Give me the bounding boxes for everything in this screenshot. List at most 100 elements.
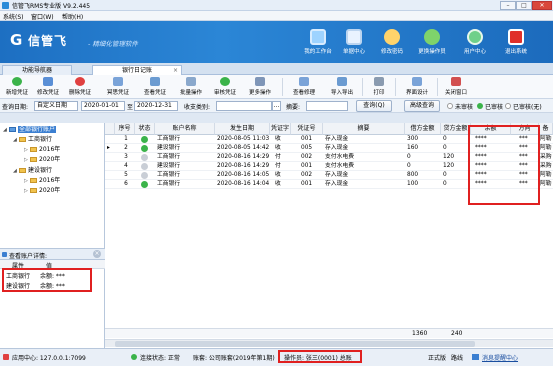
tree-item-icbc[interactable]: ◢ 工商银行: [13, 135, 52, 145]
tab-close-icon[interactable]: ×: [173, 66, 178, 75]
tree-item-ccb-2020[interactable]: ▷ 2020年: [24, 186, 60, 196]
check-voucher-button[interactable]: 查看凭证: [140, 76, 170, 98]
advanced-query-button[interactable]: 高级查询: [404, 100, 440, 112]
edit-voucher-button[interactable]: 修改凭证: [33, 76, 63, 98]
toolbar-label: 导入导出: [330, 90, 353, 96]
nav-switch-operator[interactable]: 更换操作员: [413, 27, 451, 61]
tree-item-icbc-2016[interactable]: ▷ 2016年: [24, 145, 60, 155]
title-bar: 信管飞RMS专业版 V9.2.445 – □ ✕: [0, 0, 553, 11]
tree-item-ccb[interactable]: ◢ 建设银行: [13, 166, 52, 176]
more-icon: [255, 77, 265, 86]
cell-summary: 存入现金: [325, 136, 349, 142]
tree-item-ccb-2016[interactable]: ▷ 2016年: [24, 176, 60, 186]
col-header-date[interactable]: 发生日期: [215, 123, 270, 135]
cell-note: 采购: [540, 163, 552, 169]
bank-icon: [9, 127, 16, 132]
view-repair-button[interactable]: 查看修理: [288, 76, 320, 98]
cell-credit: 0: [443, 181, 447, 187]
cell-num: 001: [301, 181, 313, 187]
scrollbar-thumb[interactable]: [115, 341, 475, 347]
balance-highlight-box: [2, 268, 92, 292]
minimize-button[interactable]: –: [500, 1, 516, 10]
category-browse-button[interactable]: …: [272, 101, 281, 111]
status-pending-icon: [141, 163, 148, 170]
nav-label: 修改密码: [380, 49, 403, 55]
import-export-button[interactable]: 导入导出: [326, 76, 358, 98]
to-label: 至: [127, 104, 134, 111]
cell-word: 付: [275, 163, 281, 169]
status-bar: 应用中心: 127.0.0.1:7099 连接状态: 正常 账套: 公司账套(2…: [0, 348, 553, 366]
new-voucher-button[interactable]: 新增凭证: [4, 76, 30, 98]
toolbar-label: 更多操作: [248, 90, 271, 96]
date-from-input[interactable]: 2020-01-01: [81, 101, 125, 111]
current-row-indicator-icon: ▸: [107, 145, 110, 151]
view-voucher-button[interactable]: 冥思凭证: [103, 76, 133, 98]
col-header-num[interactable]: 凭证号: [291, 123, 323, 135]
nav-my-workbench[interactable]: 我的工作台: [299, 27, 337, 61]
tab-label: 功能导航器: [21, 67, 52, 74]
folder-icon: [19, 168, 26, 173]
app-banner: G 信管飞 - 精细化管理软件 我的工作台 单据中心 修改密码 更换操作员 用户…: [0, 21, 553, 63]
col-header-status[interactable]: 状态: [135, 123, 155, 135]
print-icon: [374, 77, 384, 86]
connection-icon: [131, 354, 137, 360]
tree-item-icbc-2020[interactable]: ▷ 2020年: [24, 155, 60, 165]
more-operation-button[interactable]: 更多操作: [244, 76, 276, 98]
menu-system[interactable]: 系统(S): [3, 12, 24, 21]
batch-operation-button[interactable]: 批量操作: [176, 76, 206, 98]
col-header-no[interactable]: 序号: [115, 123, 135, 135]
globe-icon: [467, 29, 483, 45]
app-center-status: 应用中心: 127.0.0.1:7099: [12, 355, 86, 362]
close-button[interactable]: ✕: [532, 1, 552, 10]
cell-word: 收: [275, 181, 281, 187]
horizontal-scrollbar[interactable]: [105, 339, 553, 347]
status-pending-icon: [141, 154, 148, 161]
maximize-button[interactable]: □: [516, 1, 532, 10]
date-to-input[interactable]: 2020-12-31: [134, 101, 178, 111]
audit-voucher-button[interactable]: 审核凭证: [210, 76, 240, 98]
tab-bank-journal[interactable]: 银行日记账 ×: [92, 65, 182, 75]
toolbar-label: 批量操作: [179, 90, 202, 96]
nav-user-center[interactable]: 用户中心: [456, 27, 494, 61]
audited-none-radio[interactable]: [505, 103, 511, 109]
ui-design-button[interactable]: 界面设计: [401, 76, 433, 98]
col-header-account[interactable]: 账户名称: [155, 123, 215, 135]
add-icon: [12, 77, 22, 86]
cell-debit: 0: [407, 154, 411, 160]
close-window-button[interactable]: 关闭窗口: [440, 76, 472, 98]
cell-debit: 0: [407, 163, 411, 169]
col-header-word[interactable]: 凭证字: [270, 123, 291, 135]
logo-slogan: - 精细化管理软件: [88, 40, 138, 48]
print-button[interactable]: 打印: [368, 76, 390, 98]
summary-input[interactable]: [306, 101, 348, 111]
category-input[interactable]: [216, 101, 272, 111]
document-icon: [346, 29, 362, 45]
nav-label: 更换操作员: [418, 49, 446, 55]
tab-function-navigator[interactable]: 功能导航器: [2, 65, 72, 75]
col-header-debit[interactable]: 借方金额: [405, 123, 441, 135]
col-header-note[interactable]: 备: [539, 123, 553, 135]
col-header-summary[interactable]: 摘要: [323, 123, 405, 135]
tree-item-all-accounts[interactable]: ◢ 全部银行账户: [3, 125, 57, 135]
date-mode-select[interactable]: 自定义日期: [34, 101, 78, 111]
col-header-credit[interactable]: 贷方金额: [441, 123, 471, 135]
connection-status: 连接状态: 正常: [140, 355, 180, 362]
cell-word: 收: [275, 172, 281, 178]
message-center-link[interactable]: 消息提醒中心: [482, 353, 518, 362]
delete-voucher-button[interactable]: 删除凭证: [65, 76, 95, 98]
operator-highlight-box: [278, 350, 362, 363]
cell-no: 2: [124, 145, 128, 151]
audited-dot-icon: [477, 103, 483, 109]
menu-window[interactable]: 窗口(W): [31, 12, 54, 21]
nav-label: 用户中心: [463, 49, 486, 55]
nav-document-center[interactable]: 单据中心: [335, 27, 373, 61]
unaudited-radio[interactable]: [447, 103, 453, 109]
query-button[interactable]: 查询(Q): [356, 100, 392, 112]
nav-change-password[interactable]: 修改密码: [373, 27, 411, 61]
nav-exit-system[interactable]: 退出系统: [497, 27, 535, 61]
menu-help[interactable]: 帮助(H): [62, 12, 83, 21]
nav-label: 我的工作台: [304, 49, 332, 55]
toolbar-label: 冥思凭证: [106, 90, 129, 96]
row-indicator-header: [105, 123, 115, 135]
collapse-icon[interactable]: ×: [93, 250, 101, 258]
